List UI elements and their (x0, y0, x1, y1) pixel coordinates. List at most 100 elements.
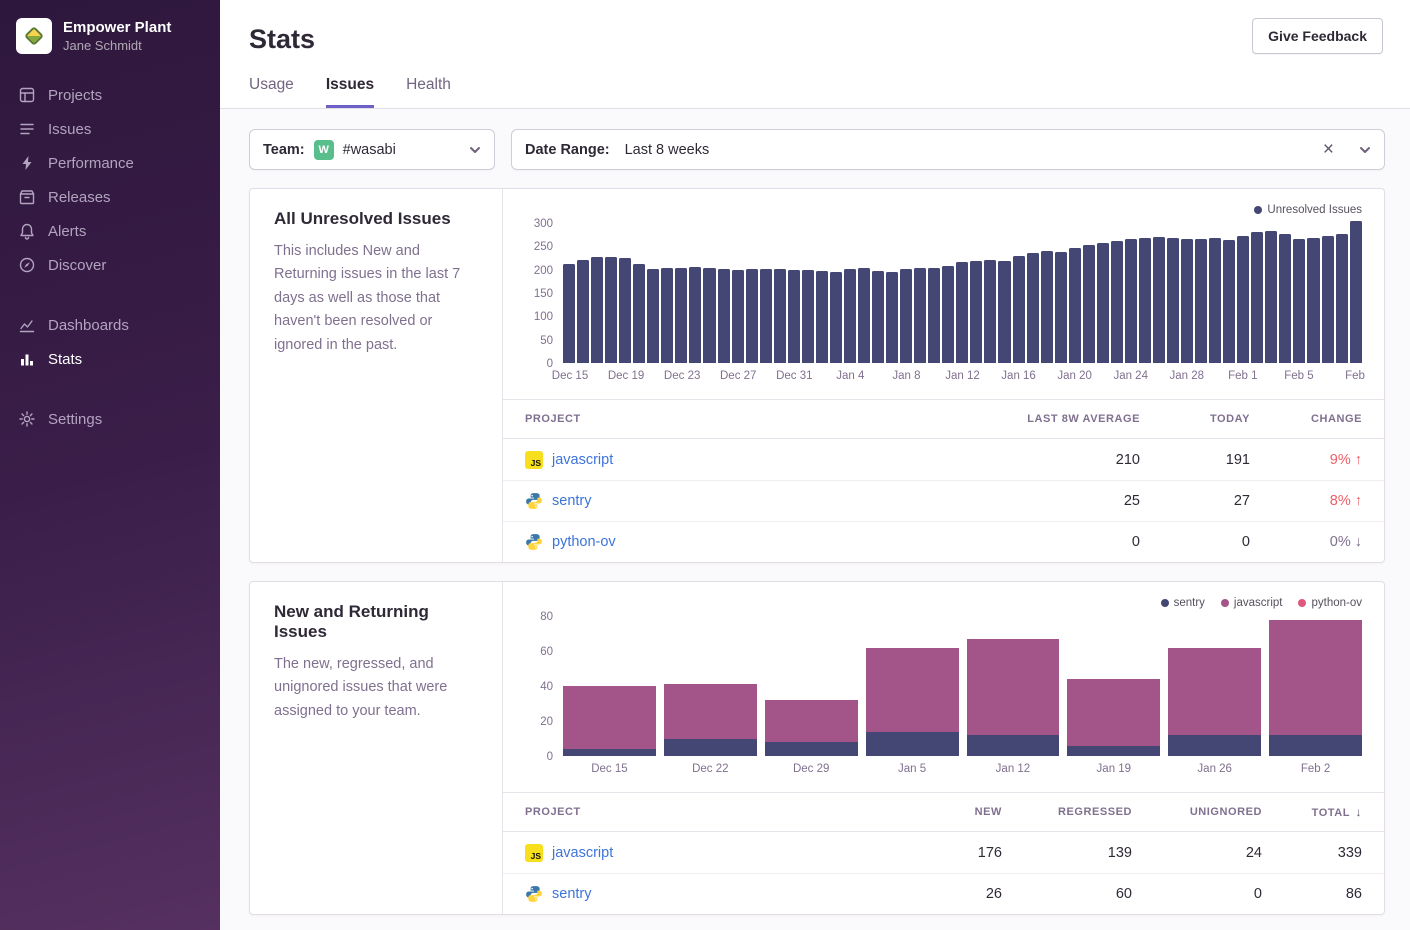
unignored-value: 24 (1132, 845, 1262, 861)
sort-down-icon: ↓ (1355, 805, 1362, 819)
stacked-bar-group (563, 686, 656, 756)
unresolved-bar (872, 271, 884, 363)
avg-value: 25 (970, 493, 1140, 509)
unresolved-bar (1265, 231, 1277, 363)
bar-segment-javascript (563, 686, 656, 749)
avg-value: 0 (970, 534, 1140, 550)
team-avatar: W (314, 140, 334, 160)
table-row: python-ov 0 0 0% ↓ (503, 521, 1384, 562)
tab-health[interactable]: Health (406, 76, 451, 108)
bar-segment-javascript (1168, 648, 1261, 736)
table-header-row: Project New Regressed Unignored Total ↓ (503, 792, 1384, 832)
bar-segment-javascript (866, 648, 959, 732)
sidebar-item-settings[interactable]: Settings (0, 402, 220, 436)
col-change: Change (1250, 413, 1362, 425)
bar-segment-sentry (1168, 735, 1261, 756)
bar-segment-javascript (664, 684, 757, 738)
change-value: 0% (1330, 534, 1351, 550)
unresolved-bar (1336, 234, 1348, 363)
legend-label: javascript (1234, 597, 1283, 609)
unresolved-bar (1279, 234, 1291, 363)
bar-segment-javascript (765, 700, 858, 742)
unresolved-panel-info: All Unresolved Issues This includes New … (250, 189, 503, 562)
filter-bar: Team: W #wasabi Date Range: Last 8 weeks… (249, 129, 1385, 170)
sidebar-item-discover[interactable]: Discover (0, 248, 220, 282)
unresolved-bar (802, 270, 814, 363)
give-feedback-button[interactable]: Give Feedback (1252, 18, 1383, 54)
unresolved-bar (1027, 253, 1039, 363)
unresolved-bar (1139, 238, 1151, 363)
project-link[interactable]: python-ov (552, 534, 616, 550)
project-link[interactable]: sentry (552, 493, 592, 509)
sidebar-item-projects[interactable]: Projects (0, 78, 220, 112)
unresolved-xaxis: Dec 15Dec 19Dec 23Dec 27Dec 31Jan 4Jan 8… (563, 363, 1362, 389)
dashboards-icon (18, 316, 36, 334)
bar-segment-javascript (967, 639, 1060, 735)
page-content: Team: W #wasabi Date Range: Last 8 weeks… (220, 109, 1410, 930)
bar-segment-sentry (664, 739, 757, 757)
team-label: Team: (263, 142, 305, 158)
unresolved-bar (914, 268, 926, 363)
unresolved-legend-dot (1254, 206, 1262, 214)
clear-icon[interactable]: × (1323, 140, 1334, 159)
col-new: New (892, 806, 1002, 818)
sidebar-item-dashboards[interactable]: Dashboards (0, 308, 220, 342)
bar-segment-sentry (1067, 746, 1160, 757)
chevron-down-icon (1359, 144, 1371, 156)
sidebar-item-issues[interactable]: Issues (0, 112, 220, 146)
sidebar-item-stats[interactable]: Stats (0, 342, 220, 376)
unresolved-bar (1181, 239, 1193, 363)
date-range-selector[interactable]: Date Range: Last 8 weeks × (511, 129, 1385, 170)
sidebar-item-label: Discover (48, 257, 106, 274)
x-axis-label: Jan 19 (1067, 756, 1160, 782)
project-link[interactable]: sentry (552, 886, 592, 902)
sidebar-item-releases[interactable]: Releases (0, 180, 220, 214)
python-platform-icon (525, 492, 543, 510)
project-link[interactable]: javascript (552, 845, 613, 861)
sidebar-item-label: Settings (48, 411, 102, 428)
tab-issues[interactable]: Issues (326, 76, 374, 108)
legend-item-python-ov[interactable]: python-ov (1298, 597, 1362, 609)
unresolved-bar (830, 272, 842, 364)
stacked-bar-group (1269, 620, 1362, 757)
unresolved-chart: 050100150200250300 (525, 223, 1362, 363)
project-link[interactable]: javascript (552, 452, 613, 468)
page-title: Stats (249, 24, 1382, 55)
org-logo-icon (16, 18, 52, 54)
tab-usage[interactable]: Usage (249, 76, 294, 108)
unresolved-bar (1069, 248, 1081, 363)
unresolved-bar (1111, 241, 1123, 363)
sidebar-item-performance[interactable]: Performance (0, 146, 220, 180)
unresolved-bar (591, 257, 603, 363)
unresolved-bar (788, 270, 800, 363)
legend-item-unresolved[interactable]: Unresolved Issues (1254, 204, 1362, 216)
total-value: 339 (1262, 845, 1362, 861)
col-total-label: Total (1312, 807, 1350, 819)
today-value: 0 (1140, 534, 1250, 550)
legend-item-javascript[interactable]: javascript (1221, 597, 1283, 609)
new-returning-panel-info: New and Returning Issues The new, regres… (250, 582, 503, 914)
unresolved-bar (1322, 236, 1334, 363)
sidebar-item-alerts[interactable]: Alerts (0, 214, 220, 248)
issues-icon (18, 120, 36, 138)
x-axis-label: Jan 12 (967, 756, 1060, 782)
org-switcher[interactable]: Empower Plant Jane Schmidt (0, 0, 220, 78)
panel-description: The new, regressed, and unignored issues… (274, 653, 478, 723)
unresolved-bar (703, 268, 715, 363)
unresolved-bar (689, 267, 701, 363)
col-today: Today (1140, 413, 1250, 425)
user-name: Jane Schmidt (63, 38, 171, 53)
team-selector[interactable]: Team: W #wasabi (249, 129, 495, 170)
col-regressed: Regressed (1002, 806, 1132, 818)
col-unignored: Unignored (1132, 806, 1262, 818)
legend-item-sentry[interactable]: sentry (1161, 597, 1205, 609)
unignored-value: 0 (1132, 886, 1262, 902)
sidebar-item-label: Stats (48, 351, 82, 368)
python-platform-icon (525, 533, 543, 551)
unresolved-bar (563, 264, 575, 363)
sidebar-item-label: Issues (48, 121, 91, 138)
col-project: Project (525, 806, 892, 818)
sidebar-nav: Projects Issues Performance Releases Ale… (0, 78, 220, 436)
col-total-sort[interactable]: Total ↓ (1262, 805, 1362, 819)
x-axis-label: Jan 5 (866, 756, 959, 782)
